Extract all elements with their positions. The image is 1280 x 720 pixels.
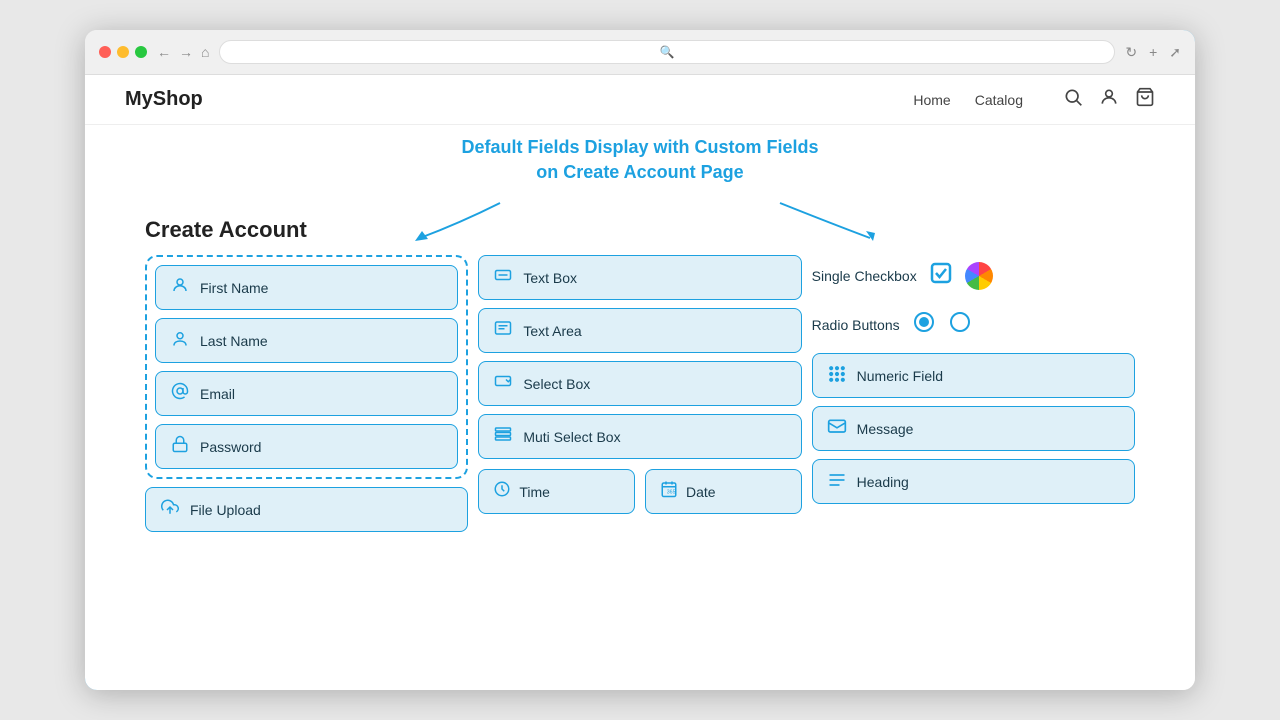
at-icon	[170, 382, 190, 405]
person-icon	[170, 276, 190, 299]
textarea-icon	[493, 319, 513, 342]
person2-icon	[170, 329, 190, 352]
back-button[interactable]: ←	[157, 44, 171, 60]
last-name-label: Last Name	[200, 333, 268, 349]
shop-nav: Home Catalog	[913, 92, 1023, 108]
close-button[interactable]	[99, 46, 111, 58]
password-label: Password	[200, 439, 261, 455]
annotation-block: Default Fields Display with Custom Field…	[145, 135, 1135, 185]
paint-wheel-icon[interactable]	[965, 262, 993, 290]
fields-grid: First Name Last Name	[145, 255, 1135, 532]
browser-chrome: ← → ⌂ 🔍 ↻ + ➚	[85, 30, 1195, 75]
nav-catalog[interactable]: Catalog	[975, 92, 1023, 108]
svg-text:365: 365	[667, 490, 676, 496]
default-fields-dashed-box: First Name Last Name	[145, 255, 468, 479]
browser-actions: ↻ + ➚	[1125, 44, 1181, 61]
annotation-line1: Default Fields Display with Custom Field…	[145, 135, 1135, 160]
new-tab-icon[interactable]: +	[1149, 44, 1157, 61]
cart-icon[interactable]	[1135, 87, 1155, 112]
clock-icon	[493, 480, 511, 503]
radio-unselected-icon[interactable]	[948, 310, 972, 339]
default-fields-column: First Name Last Name	[145, 255, 468, 532]
select-box-label: Select Box	[523, 376, 590, 392]
file-upload-field[interactable]: File Upload	[145, 487, 468, 532]
heading-icon	[827, 470, 847, 493]
email-label: Email	[200, 386, 235, 402]
first-name-field[interactable]: First Name	[155, 265, 458, 310]
message-field[interactable]: Message	[812, 406, 1135, 451]
select-icon	[493, 372, 513, 395]
address-bar[interactable]: 🔍	[219, 40, 1115, 64]
select-box-field[interactable]: Select Box	[478, 361, 801, 406]
col3-column: Single Checkbox Radio Buttons	[812, 255, 1135, 504]
numeric-field-label: Numeric Field	[857, 368, 943, 384]
time-field[interactable]: Time	[478, 469, 635, 514]
user-icon[interactable]	[1099, 87, 1119, 112]
textbox-icon	[493, 266, 513, 289]
search-icon[interactable]	[1063, 87, 1083, 112]
email-field[interactable]: Email	[155, 371, 458, 416]
date-label: Date	[686, 484, 716, 500]
message-field-label: Message	[857, 421, 914, 437]
upload-icon	[160, 498, 180, 521]
last-name-field[interactable]: Last Name	[155, 318, 458, 363]
maximize-button[interactable]	[135, 46, 147, 58]
text-box-field[interactable]: Text Box	[478, 255, 801, 300]
radio-label: Radio Buttons	[812, 317, 900, 333]
numeric-field[interactable]: Numeric Field	[812, 353, 1135, 398]
annotation-line2: on Create Account Page	[145, 160, 1135, 185]
single-checkbox-row: Single Checkbox	[812, 255, 1135, 296]
time-date-row: Time 365 Date	[478, 469, 801, 514]
date-field[interactable]: 365 Date	[645, 469, 802, 514]
minimize-button[interactable]	[117, 46, 129, 58]
traffic-lights	[99, 46, 147, 58]
home-button[interactable]: ⌂	[201, 44, 209, 60]
refresh-icon[interactable]: ↻	[1125, 44, 1137, 61]
text-area-label: Text Area	[523, 323, 581, 339]
message-icon	[827, 417, 847, 440]
page-content: MyShop Home Catalog Default Fie	[85, 75, 1195, 690]
fullscreen-icon[interactable]: ➚	[1169, 44, 1181, 61]
numeric-icon	[827, 364, 847, 387]
heading-label: Heading	[857, 474, 909, 490]
multi-select-label: Muti Select Box	[523, 429, 620, 445]
custom-fields-column: Text Box Text Area Select Bo	[478, 255, 801, 514]
nav-home[interactable]: Home	[913, 92, 950, 108]
radio-selected-icon[interactable]	[912, 310, 936, 339]
arrows-area	[145, 193, 1135, 213]
text-area-field[interactable]: Text Area	[478, 308, 801, 353]
main-area: Default Fields Display with Custom Field…	[85, 125, 1195, 552]
search-icon: 🔍	[660, 45, 675, 59]
multi-select-field[interactable]: Muti Select Box	[478, 414, 801, 459]
radio-buttons-row: Radio Buttons	[812, 304, 1135, 345]
nav-buttons: ← → ⌂	[157, 44, 209, 60]
heading-field[interactable]: Heading	[812, 459, 1135, 504]
checkbox-icon[interactable]	[929, 261, 953, 290]
password-field[interactable]: Password	[155, 424, 458, 469]
first-name-label: First Name	[200, 280, 268, 296]
text-box-label: Text Box	[523, 270, 577, 286]
forward-button[interactable]: →	[179, 44, 193, 60]
shop-header: MyShop Home Catalog	[85, 75, 1195, 125]
annotation-arrows	[145, 193, 1135, 243]
file-upload-label: File Upload	[190, 502, 261, 518]
lock-icon	[170, 435, 190, 458]
time-label: Time	[519, 484, 550, 500]
calendar-icon: 365	[660, 480, 678, 503]
multiselect-icon	[493, 425, 513, 448]
checkbox-label: Single Checkbox	[812, 268, 917, 284]
shop-logo: MyShop	[125, 88, 203, 111]
shop-icons	[1063, 87, 1155, 112]
